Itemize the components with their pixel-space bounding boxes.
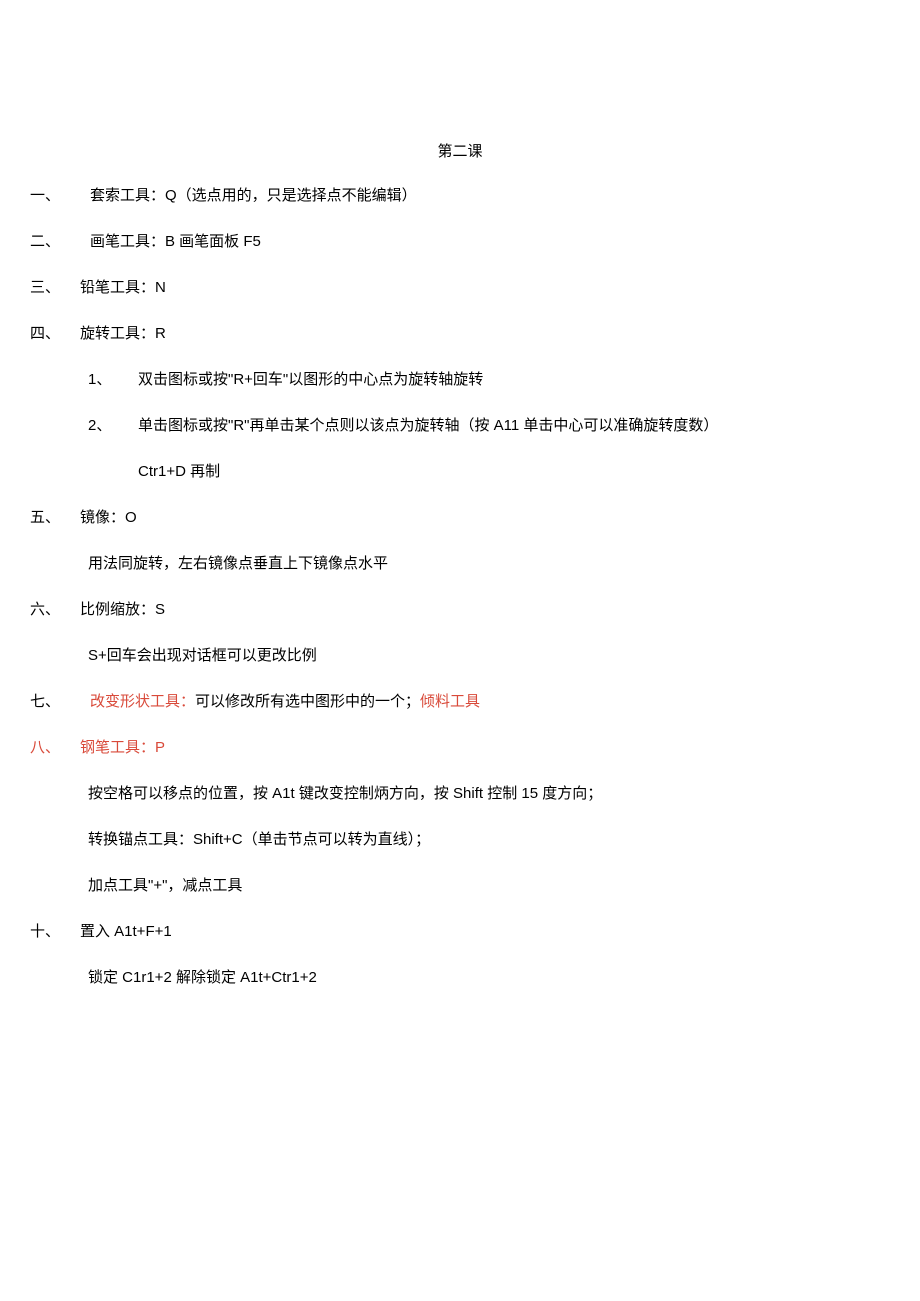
item-8-text: 钢笔工具：P (80, 739, 165, 756)
marker-3: 三、 (30, 276, 80, 300)
item-5: 五、镜像：O (30, 506, 890, 530)
item-8-sub-2-text: 转换锚点工具：Shift+C（单击节点可以转为直线）； (88, 831, 430, 848)
item-4-sub-3-text: Ctr1+D 再制 (138, 463, 220, 480)
item-10: 十、置入 A1t+F+1 (30, 920, 890, 944)
marker-6: 六、 (30, 598, 80, 622)
item-10-sub-1-text: 锁定 C1r1+2 解除锁定 A1t+Ctr1+2 (88, 969, 317, 986)
item-6-sub-1-text: S+回车会出现对话框可以更改比例 (88, 647, 317, 664)
item-3-text: 铅笔工具：N (80, 279, 166, 296)
item-4-sub-2-text: 单击图标或按"R"再单击某个点则以该点为旋转轴（按 A11 单击中心可以准确旋转… (138, 417, 718, 434)
item-8-sub-2: 转换锚点工具：Shift+C（单击节点可以转为直线）； (30, 828, 890, 852)
item-8-sub-3-text: 加点工具"+"，减点工具 (88, 877, 242, 894)
marker-2: 二、 (30, 230, 90, 254)
item-6-sub-1: S+回车会出现对话框可以更改比例 (30, 644, 890, 668)
item-8-sub-1-text: 按空格可以移点的位置，按 A1t 键改变控制炳方向，按 Shift 控制 15 … (88, 785, 602, 802)
item-10-text: 置入 A1t+F+1 (80, 923, 172, 940)
item-4-sub-3: Ctr1+D 再制 (30, 460, 890, 484)
item-4-sub-1-text: 双击图标或按"R+回车"以图形的中心点为旋转轴旋转 (138, 371, 483, 388)
item-6: 六、比例缩放：S (30, 598, 890, 622)
marker-5: 五、 (30, 506, 80, 530)
item-7-mid: 可以修改所有选中图形中的一个； (195, 693, 420, 710)
item-7: 七、改变形状工具：可以修改所有选中图形中的一个；倾料工具 (30, 690, 890, 714)
item-5-sub-1: 用法同旋转，左右镜像点垂直上下镜像点水平 (30, 552, 890, 576)
item-5-sub-1-text: 用法同旋转，左右镜像点垂直上下镜像点水平 (88, 555, 388, 572)
marker-7: 七、 (30, 690, 90, 714)
item-8: 八、钢笔工具：P (30, 736, 890, 760)
item-4-text: 旋转工具：R (80, 325, 166, 342)
item-5-text: 镜像：O (80, 509, 137, 526)
item-8-sub-3: 加点工具"+"，减点工具 (30, 874, 890, 898)
item-3: 三、铅笔工具：N (30, 276, 890, 300)
item-6-text: 比例缩放：S (80, 601, 165, 618)
item-8-sub-1: 按空格可以移点的位置，按 A1t 键改变控制炳方向，按 Shift 控制 15 … (30, 782, 890, 806)
marker-8: 八、 (30, 736, 80, 760)
item-2: 二、画笔工具：B 画笔面板 F5 (30, 230, 890, 254)
sub-marker-4-1: 1、 (88, 368, 138, 392)
item-1-text: 套索工具：Q（选点用的，只是选择点不能编辑） (90, 187, 417, 204)
item-7-red-1: 改变形状工具： (90, 693, 195, 710)
item-2-text: 画笔工具：B 画笔面板 F5 (90, 233, 261, 250)
item-10-sub-1: 锁定 C1r1+2 解除锁定 A1t+Ctr1+2 (30, 966, 890, 990)
marker-4: 四、 (30, 322, 80, 346)
item-4-sub-2: 2、单击图标或按"R"再单击某个点则以该点为旋转轴（按 A11 单击中心可以准确… (30, 414, 890, 438)
item-1: 一、套索工具：Q（选点用的，只是选择点不能编辑） (30, 184, 890, 208)
sub-marker-4-2: 2、 (88, 414, 138, 438)
item-4-sub-1: 1、双击图标或按"R+回车"以图形的中心点为旋转轴旋转 (30, 368, 890, 392)
lesson-title: 第二课 (30, 140, 890, 164)
marker-1: 一、 (30, 184, 90, 208)
item-7-red-2: 倾料工具 (420, 693, 480, 710)
item-4: 四、旋转工具：R (30, 322, 890, 346)
marker-10: 十、 (30, 920, 80, 944)
